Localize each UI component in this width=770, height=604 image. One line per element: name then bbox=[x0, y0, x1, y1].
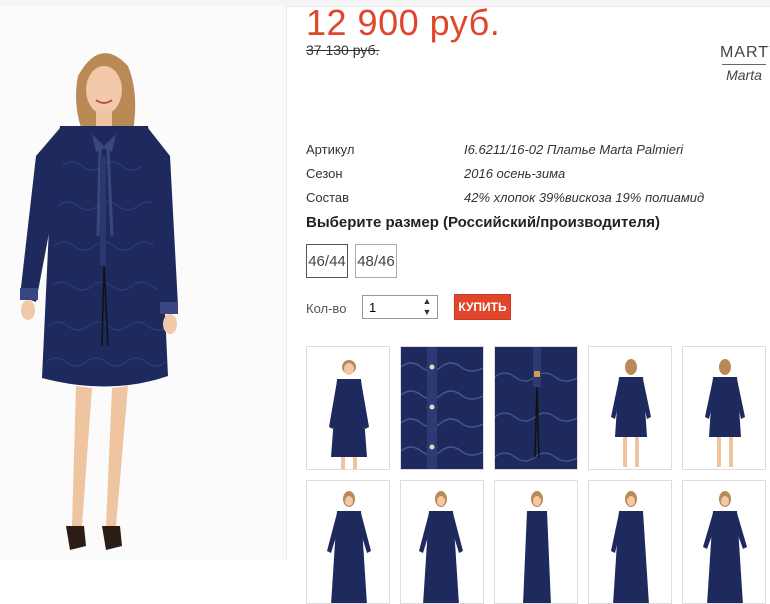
thumbnail-pose-4[interactable] bbox=[588, 480, 672, 604]
thumbnail-lace-detail[interactable] bbox=[400, 346, 484, 470]
spinner-arrows-icon[interactable]: ▲ ▼ bbox=[421, 296, 433, 318]
spec-label: Артикул bbox=[306, 142, 355, 157]
thumbnail-front[interactable] bbox=[306, 346, 390, 470]
thumbnail-back[interactable] bbox=[588, 346, 672, 470]
quantity-stepper[interactable]: 1 ▲ ▼ bbox=[362, 295, 438, 319]
spec-value: I6.6211/16-02 Платье Marta Palmieri bbox=[464, 142, 684, 157]
thumbnail-pose-3[interactable] bbox=[494, 480, 578, 604]
brand-logo-top: MARTY bbox=[720, 44, 770, 61]
thumbnail-pose-5[interactable] bbox=[682, 480, 766, 604]
main-product-image[interactable] bbox=[0, 6, 287, 560]
spec-value: 42% хлопок 39%вискоза 19% полиамид bbox=[464, 190, 705, 205]
buy-button[interactable]: КУПИТЬ bbox=[454, 294, 511, 320]
spec-value: 2016 осень-зима bbox=[464, 166, 566, 181]
thumbnail-pose-2[interactable] bbox=[400, 480, 484, 604]
thumbnail-tassel-detail[interactable] bbox=[494, 346, 578, 470]
size-selector-title: Выберите размер (Российский/производител… bbox=[306, 214, 660, 231]
size-option-48-46[interactable]: 48/46 bbox=[355, 244, 397, 278]
brand-logo-bottom: Marta bbox=[726, 67, 762, 83]
spec-label: Состав bbox=[306, 190, 350, 205]
quantity-label: Кол-во bbox=[306, 301, 347, 316]
quantity-value: 1 bbox=[369, 300, 377, 315]
thumbnail-back-2[interactable] bbox=[682, 346, 766, 470]
brand-logo-divider bbox=[722, 64, 766, 65]
spec-label: Сезон bbox=[306, 166, 343, 181]
brand-logo[interactable]: MARTY Marta bbox=[720, 44, 770, 83]
size-option-46-44[interactable]: 46/44 bbox=[306, 244, 348, 278]
old-price: 37 130 руб. bbox=[306, 42, 380, 58]
thumbnail-pose-1[interactable] bbox=[306, 480, 390, 604]
current-price: 12 900 руб. bbox=[306, 2, 501, 43]
